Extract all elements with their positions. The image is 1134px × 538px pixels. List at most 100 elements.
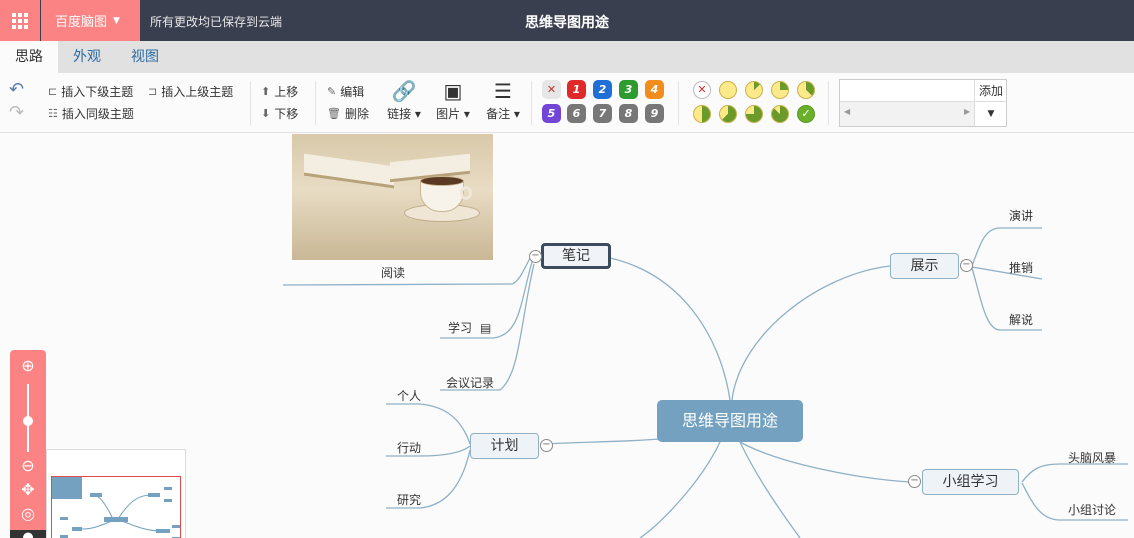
priority-3-icon[interactable]: 3 xyxy=(619,80,638,99)
note-label: 备注 ▾ xyxy=(486,107,520,121)
arrow-up-icon: ⬆ xyxy=(261,85,271,98)
node-notes[interactable]: 笔记 xyxy=(541,243,611,269)
link-label: 链接 ▾ xyxy=(387,107,421,121)
tab-view[interactable]: 视图 xyxy=(116,41,174,73)
document-title[interactable]: 思维导图用途 xyxy=(525,15,609,31)
insert-child-icon: ⊏ xyxy=(48,85,58,98)
node-sales[interactable]: 推销 xyxy=(1009,259,1033,276)
edit-button[interactable]: ✎ 编辑 xyxy=(327,83,364,100)
note-icon: ☰ xyxy=(494,79,512,103)
resource-add-button[interactable]: 添加 xyxy=(975,80,1007,102)
node-group-study[interactable]: 小组学习 xyxy=(922,469,1019,495)
toolbar-divider xyxy=(828,81,829,125)
root-node[interactable]: 思维导图用途 xyxy=(657,400,803,442)
progress-done-icon[interactable]: ✓ xyxy=(797,105,815,123)
image-icon: ▣ xyxy=(443,79,463,103)
progress-remove-icon[interactable]: ✕ xyxy=(693,81,711,99)
node-group-discussion[interactable]: 小组讨论 xyxy=(1068,501,1116,518)
link-button[interactable]: 🔗 链接 ▾ xyxy=(383,77,425,129)
tab-appearance[interactable]: 外观 xyxy=(58,41,116,73)
node-show[interactable]: 展示 xyxy=(890,253,959,279)
node-plan[interactable]: 计划 xyxy=(470,433,539,459)
priority-8-icon[interactable]: 8 xyxy=(619,104,638,123)
note-button[interactable]: ☰ 备注 ▾ xyxy=(482,77,524,129)
move-up-label: 上移 xyxy=(274,85,299,99)
insert-parent-label: 插入上级主题 xyxy=(161,85,234,99)
minimap-viewport[interactable] xyxy=(51,476,181,538)
link-icon: 🔗 xyxy=(391,79,417,103)
collapse-icon[interactable]: − xyxy=(529,250,542,263)
progress-3-icon[interactable] xyxy=(797,81,815,99)
priority-4-icon[interactable]: 4 xyxy=(645,80,664,99)
minimap[interactable] xyxy=(46,449,186,538)
priority-9-icon[interactable]: 9 xyxy=(645,104,664,123)
priority-remove-icon[interactable]: ✕ xyxy=(542,80,561,99)
note-attached-icon[interactable]: ▤ xyxy=(480,321,491,335)
priority-7-icon[interactable]: 7 xyxy=(593,104,612,123)
topic-image[interactable] xyxy=(292,134,493,260)
collapse-icon[interactable]: − xyxy=(960,259,973,272)
node-study[interactable]: 学习 ▤ xyxy=(448,319,491,336)
node-explain[interactable]: 解说 xyxy=(1009,311,1033,328)
toolbar-divider xyxy=(531,81,532,125)
redo-icon[interactable]: ↷ xyxy=(9,102,24,123)
zoom-in-icon[interactable]: ⊕ xyxy=(10,356,46,375)
tab-thinking[interactable]: 思路 xyxy=(0,41,58,73)
locate-root-icon[interactable]: ◎ xyxy=(10,504,46,523)
move-up-button[interactable]: ⬆ 上移 xyxy=(261,83,298,100)
zoom-slider-thumb[interactable] xyxy=(23,416,33,426)
collapse-icon[interactable]: − xyxy=(540,439,553,452)
move-down-button[interactable]: ⬇ 下移 xyxy=(261,105,298,122)
collapse-icon[interactable]: − xyxy=(908,475,921,488)
toolbar-divider xyxy=(315,81,316,125)
delete-label: 删除 xyxy=(344,107,369,121)
node-brainstorm[interactable]: 头脑风暴 xyxy=(1068,449,1116,466)
mindmap-canvas[interactable]: 阅读 思维导图用途 笔记 − 学习 ▤ 会议记录 计划 − 个人 行动 研究 展示… xyxy=(0,134,1134,538)
toolbar-divider xyxy=(250,81,251,125)
insert-sibling-label: 插入同级主题 xyxy=(61,107,134,121)
node-research[interactable]: 研究 xyxy=(397,491,421,508)
image-button[interactable]: ▣ 图片 ▾ xyxy=(432,77,474,129)
delete-button[interactable]: 🗑 删除 xyxy=(327,105,369,122)
progress-4-icon[interactable] xyxy=(693,105,711,123)
brand-menu-button[interactable]: 百度脑图 ▼ xyxy=(41,0,140,41)
brand-label: 百度脑图 xyxy=(55,15,108,30)
insert-sibling-button[interactable]: ☷ 插入同级主题 xyxy=(48,105,134,122)
node-personal[interactable]: 个人 xyxy=(397,387,421,404)
undo-icon[interactable]: ↶ xyxy=(9,79,24,100)
resource-dropdown-icon[interactable]: ▼ xyxy=(975,102,1007,126)
scroll-left-icon[interactable]: ◀ xyxy=(844,107,850,116)
node-speech[interactable]: 演讲 xyxy=(1009,207,1033,224)
priority-2-icon[interactable]: 2 xyxy=(593,80,612,99)
progress-7-icon[interactable] xyxy=(771,105,789,123)
tab-bar: 思路 外观 视图 xyxy=(0,41,1134,73)
toolbar: ↶ ↷ ⊏ 插入下级主题 ⊐ 插入上级主题 ☷ 插入同级主题 ⬆ 上移 ⬇ 下移… xyxy=(0,73,1134,133)
resource-scrollbar[interactable]: ◀ ▶ xyxy=(840,102,975,126)
apps-grid-icon[interactable] xyxy=(0,0,40,41)
node-meeting-notes[interactable]: 会议记录 xyxy=(446,374,494,391)
scroll-right-icon[interactable]: ▶ xyxy=(964,107,970,116)
insert-child-button[interactable]: ⊏ 插入下级主题 xyxy=(48,83,133,100)
progress-2-icon[interactable] xyxy=(771,81,789,99)
resource-input[interactable] xyxy=(840,80,975,102)
move-icon[interactable]: ✥ xyxy=(10,480,46,499)
zoom-panel: ⊕ ⊖ ✥ ◎ ● xyxy=(10,350,46,538)
insert-parent-button[interactable]: ⊐ 插入上级主题 xyxy=(148,83,233,100)
priority-1-icon[interactable]: 1 xyxy=(567,80,586,99)
progress-0-icon[interactable] xyxy=(719,81,737,99)
insert-sibling-icon: ☷ xyxy=(48,107,58,120)
caret-down-icon: ▼ xyxy=(113,15,120,26)
image-caption[interactable]: 阅读 xyxy=(381,264,405,281)
insert-parent-icon: ⊐ xyxy=(148,85,158,98)
progress-6-icon[interactable] xyxy=(745,105,763,123)
navigator-toggle-icon[interactable]: ● xyxy=(10,530,46,538)
node-study-label: 学习 xyxy=(448,321,473,335)
insert-child-label: 插入下级主题 xyxy=(61,85,134,99)
priority-6-icon[interactable]: 6 xyxy=(567,104,586,123)
progress-1-icon[interactable] xyxy=(745,81,763,99)
zoom-out-icon[interactable]: ⊖ xyxy=(10,456,46,475)
node-action[interactable]: 行动 xyxy=(397,439,421,456)
priority-5-icon[interactable]: 5 xyxy=(542,104,561,123)
edit-label: 编辑 xyxy=(340,85,365,99)
progress-5-icon[interactable] xyxy=(719,105,737,123)
